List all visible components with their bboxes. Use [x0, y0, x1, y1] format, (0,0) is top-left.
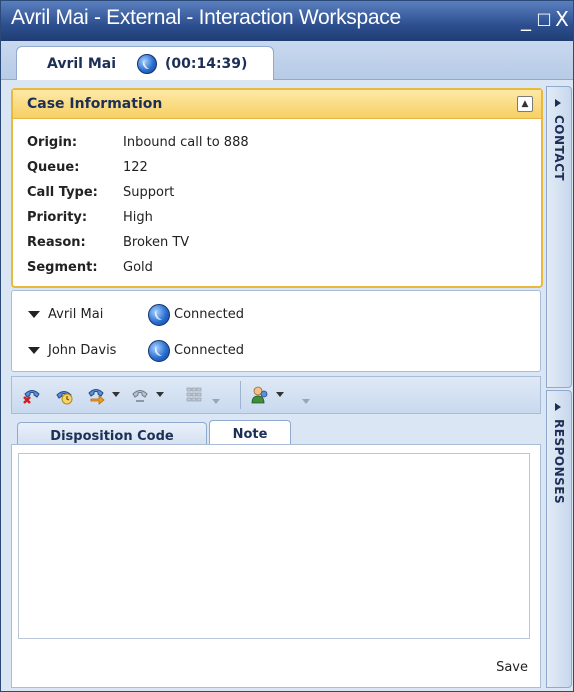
field-value: Inbound call to 888	[123, 135, 249, 150]
call-timer: (00:14:39)	[165, 56, 248, 72]
field-value: High	[123, 210, 153, 225]
case-information-panel: Case Information ▲ Origin: Inbound call …	[11, 88, 543, 288]
main-content: Case Information ▲ Origin: Inbound call …	[11, 80, 543, 688]
party-row-avril-mai[interactable]: Avril Mai Connected	[28, 304, 244, 326]
globe-icon	[137, 54, 157, 74]
interaction-tabstrip: Avril Mai (00:14:39)	[1, 41, 573, 80]
case-field-priority: Priority: High	[27, 210, 153, 225]
globe-icon	[148, 340, 170, 362]
field-value: Gold	[123, 260, 153, 275]
tab-avril-mai[interactable]: Avril Mai (00:14:39)	[16, 46, 274, 80]
field-label: Origin:	[27, 135, 78, 150]
save-button[interactable]: Save	[496, 660, 528, 675]
chevron-down-icon[interactable]	[28, 311, 40, 318]
transfer-button[interactable]	[84, 383, 124, 407]
responses-side-tab[interactable]: RESPONSES	[546, 390, 572, 688]
consult-button[interactable]	[248, 383, 288, 407]
hold-button[interactable]	[52, 383, 78, 407]
note-panel: Save	[11, 444, 541, 688]
party-row-john-davis[interactable]: John Davis Connected	[28, 340, 244, 362]
keypad-icon	[186, 387, 202, 402]
case-header: Case Information ▲	[13, 90, 541, 119]
contact-side-tab[interactable]: CONTACT	[546, 86, 572, 388]
interaction-window: Avril Mai - External - Interaction Works…	[0, 0, 574, 692]
conference-icon	[132, 390, 148, 402]
chevron-down-icon	[156, 392, 164, 397]
expand-arrow-icon	[555, 99, 561, 107]
hangup-icon	[23, 390, 40, 404]
close-button[interactable]: X	[553, 7, 571, 31]
contact-label: CONTACT	[552, 115, 566, 182]
party-status: Connected	[174, 307, 245, 322]
field-value: 122	[123, 160, 148, 175]
case-field-queue: Queue: 122	[27, 160, 148, 175]
window-title: Avril Mai - External - Interaction Works…	[11, 6, 401, 29]
hangup-button[interactable]	[20, 383, 46, 407]
responses-label: RESPONSES	[552, 419, 566, 505]
party-status: Connected	[174, 343, 245, 358]
keypad-button[interactable]	[182, 383, 222, 407]
note-textarea[interactable]	[18, 453, 530, 639]
minimize-button[interactable]: _	[517, 7, 535, 31]
chevron-down-icon	[112, 392, 120, 397]
case-field-reason: Reason: Broken TV	[27, 235, 189, 250]
overflow-icon	[212, 399, 220, 404]
overflow-icon[interactable]	[302, 399, 310, 404]
expand-arrow-icon	[555, 403, 561, 411]
maximize-button[interactable]: □	[535, 7, 553, 31]
consult-icon	[251, 386, 268, 404]
side-panel-bar: CONTACT RESPONSES	[544, 80, 573, 688]
call-toolbar	[11, 376, 541, 414]
toolbar-separator	[240, 381, 241, 409]
title-bar[interactable]: Avril Mai - External - Interaction Works…	[1, 1, 573, 41]
party-name: John Davis	[48, 343, 117, 358]
case-field-segment: Segment: Gold	[27, 260, 153, 275]
field-label: Call Type:	[27, 185, 98, 200]
case-field-call-type: Call Type: Support	[27, 185, 174, 200]
field-label: Segment:	[27, 260, 98, 275]
chevron-down-icon	[276, 392, 284, 397]
conference-button[interactable]	[128, 383, 168, 407]
collapse-icon[interactable]: ▲	[517, 96, 533, 112]
hold-icon	[56, 391, 73, 405]
field-label: Priority:	[27, 210, 88, 225]
transfer-icon	[88, 389, 105, 405]
globe-icon	[148, 304, 170, 326]
field-label: Reason:	[27, 235, 86, 250]
case-title: Case Information	[27, 96, 163, 112]
party-name: Avril Mai	[48, 307, 104, 322]
chevron-down-icon[interactable]	[28, 347, 40, 354]
field-value: Broken TV	[123, 235, 190, 250]
note-tabs: Disposition Code Note	[11, 414, 539, 451]
party-list-panel: Avril Mai Connected John Davis Connected	[11, 290, 541, 372]
tab-party-name: Avril Mai	[47, 56, 117, 72]
case-field-origin: Origin: Inbound call to 888	[27, 135, 249, 150]
field-label: Queue:	[27, 160, 80, 175]
field-value: Support	[123, 185, 175, 200]
